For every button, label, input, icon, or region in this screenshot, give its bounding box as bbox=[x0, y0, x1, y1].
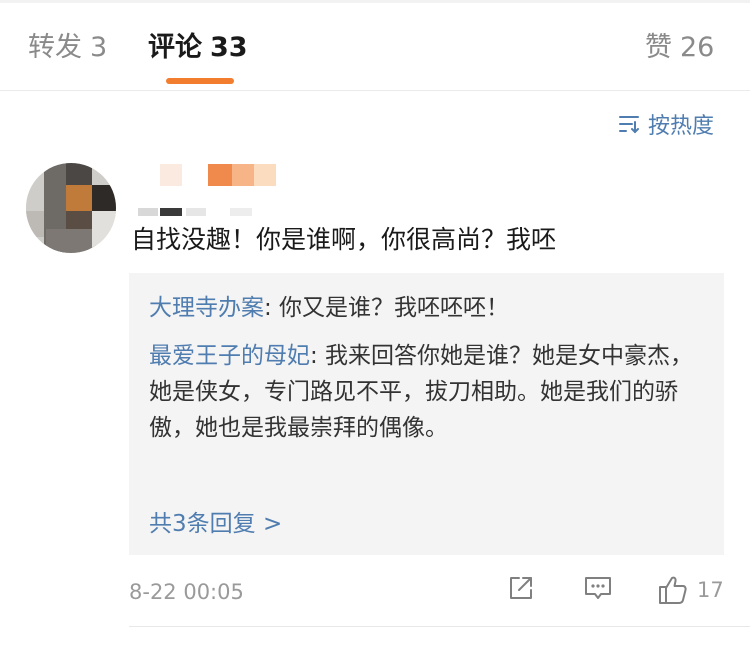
reply-author[interactable]: 最爱王子的母妃 bbox=[149, 343, 310, 369]
name-pixel bbox=[160, 208, 182, 216]
sort-label: 按热度 bbox=[648, 114, 715, 139]
like-button[interactable]: 17 bbox=[657, 574, 724, 606]
avatar-pixel bbox=[66, 163, 92, 185]
tab-likes-count: 26 bbox=[680, 32, 715, 63]
tab-reposts[interactable]: 转发 3 bbox=[28, 30, 107, 66]
comment-footer: 8-22 00:05 17 bbox=[129, 572, 729, 612]
name-pixel bbox=[232, 164, 254, 186]
avatar-pixel bbox=[92, 211, 116, 253]
sort-by-hot-button[interactable]: 按热度 bbox=[618, 108, 714, 140]
thumbs-up-icon bbox=[659, 576, 687, 604]
replies-box[interactable]: 大理寺办案: 你又是谁？我呸呸呸！ 最爱王子的母妃: 我来回答你她是谁？她是女中… bbox=[129, 273, 724, 555]
view-all-replies-link[interactable]: 共3条回复 > bbox=[149, 506, 282, 542]
username-pixelated[interactable] bbox=[130, 160, 290, 220]
name-pixel bbox=[254, 164, 276, 186]
avatar[interactable] bbox=[26, 163, 116, 253]
share-icon bbox=[510, 577, 532, 599]
like-count: 17 bbox=[697, 578, 724, 602]
tab-comments[interactable]: 评论 33 bbox=[148, 30, 248, 66]
tab-comments-label: 评论 bbox=[148, 32, 202, 63]
comment-text: 自找没趣！你是谁啊，你很高尚？我呸 bbox=[131, 225, 557, 254]
sort-lines-icon bbox=[619, 116, 639, 134]
tab-comments-count: 33 bbox=[210, 32, 248, 63]
name-pixel bbox=[138, 208, 158, 216]
avatar-pixel bbox=[46, 229, 96, 253]
avatar-pixel bbox=[26, 211, 44, 237]
tab-reposts-label: 转发 bbox=[28, 32, 82, 63]
tab-reposts-count: 3 bbox=[90, 32, 108, 63]
reply-item[interactable]: 最爱王子的母妃: 我来回答你她是谁？她是女中豪杰，她是侠女，专门路见不平，拔刀相… bbox=[149, 338, 709, 446]
comment-timestamp: 8-22 00:05 bbox=[129, 580, 244, 604]
reply-text: : 你又是谁？我呸呸呸！ bbox=[264, 295, 510, 321]
reply-item[interactable]: 大理寺办案: 你又是谁？我呸呸呸！ bbox=[149, 290, 709, 326]
footer-divider bbox=[129, 626, 750, 627]
reply-author[interactable]: 大理寺办案 bbox=[149, 295, 264, 321]
share-button[interactable] bbox=[507, 574, 535, 602]
name-pixel bbox=[208, 164, 232, 186]
tab-likes-label: 赞 bbox=[645, 32, 672, 63]
name-pixel bbox=[230, 208, 252, 216]
tabs-divider bbox=[0, 90, 750, 91]
avatar-pixel bbox=[92, 185, 116, 211]
avatar-pixel bbox=[66, 185, 92, 211]
comment-icon bbox=[585, 577, 611, 599]
name-pixel bbox=[160, 164, 182, 186]
tab-likes[interactable]: 赞 26 bbox=[645, 30, 714, 66]
tab-bar: 转发 3 评论 33 赞 26 bbox=[0, 0, 750, 90]
reply-button[interactable] bbox=[583, 574, 613, 602]
active-tab-indicator bbox=[166, 78, 234, 84]
name-pixel bbox=[186, 208, 206, 216]
